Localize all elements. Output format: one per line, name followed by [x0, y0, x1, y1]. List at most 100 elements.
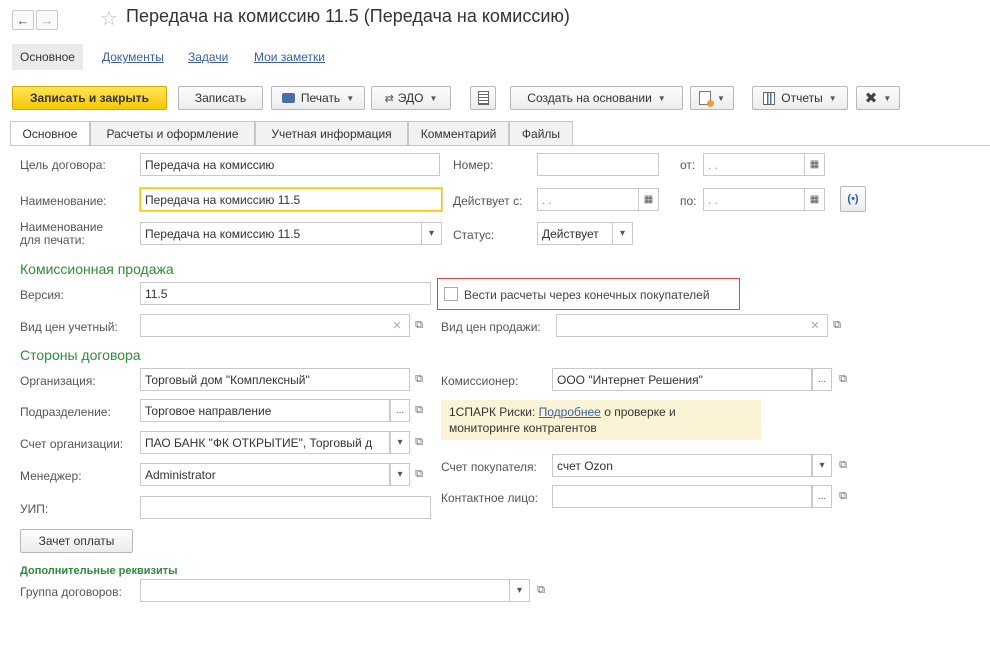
spark-details-link[interactable]: Подробнее	[539, 405, 601, 419]
organization-field[interactable]: Торговый дом "Комплексный"	[140, 368, 410, 391]
chevron-down-icon[interactable]: ▾	[812, 454, 832, 477]
open-icon[interactable]: ⧉	[834, 454, 852, 477]
contact-label: Контактное лицо:	[441, 491, 538, 505]
print-name-label-line2: для печати:	[20, 233, 85, 247]
print-name-field[interactable]: Передача на комиссию 11.5	[140, 222, 422, 245]
end-buyers-checkbox[interactable]	[444, 287, 458, 301]
chevron-down-icon[interactable]: ▾	[510, 579, 530, 602]
end-buyers-label: Вести расчеты через конечных покупателей	[464, 288, 710, 302]
status-field[interactable]: Действует	[537, 222, 613, 245]
chevron-down-icon[interactable]: ▾	[390, 431, 410, 454]
spark-line2: мониторинге контрагентов	[449, 421, 597, 435]
name-label: Наименование:	[20, 194, 107, 208]
calendar-icon[interactable]: ▦	[639, 188, 659, 211]
edo-button[interactable]: ⇄ ЭДО ▼	[371, 86, 451, 110]
chevron-down-icon: ▼	[657, 93, 666, 103]
tools-button[interactable]: ✖ ▼	[856, 86, 900, 110]
version-field[interactable]: 11.5	[140, 282, 431, 305]
name-field[interactable]: Передача на комиссию 11.5	[140, 188, 442, 211]
open-icon[interactable]: ⧉	[410, 399, 428, 422]
create-based-button[interactable]: Создать на основании ▼	[510, 86, 683, 110]
open-icon[interactable]: ⧉	[410, 314, 428, 337]
valid-from-field[interactable]: . .	[537, 188, 639, 211]
open-icon[interactable]: ⧉	[828, 314, 846, 337]
tab-comment[interactable]: Комментарий	[408, 121, 509, 145]
section-tab-notes[interactable]: Мои заметки	[246, 44, 333, 70]
edo-icon: ⇄	[384, 92, 394, 105]
contract-group-field[interactable]	[140, 579, 510, 602]
open-icon[interactable]: ⧉	[410, 368, 428, 391]
print-name-label: Наименование для печати:	[20, 221, 103, 247]
ellipsis-icon[interactable]: ...	[812, 368, 832, 391]
sale-price-label: Вид цен продажи:	[441, 320, 541, 334]
section-tab-tasks[interactable]: Задачи	[180, 44, 236, 70]
open-icon[interactable]: ⧉	[834, 485, 852, 508]
sale-price-field[interactable]	[556, 314, 828, 337]
division-field[interactable]: Торговое направление	[140, 399, 390, 422]
tab-main[interactable]: Основное	[10, 121, 90, 146]
back-button[interactable]: ←	[12, 10, 34, 30]
list-button[interactable]	[470, 86, 496, 110]
star-icon[interactable]: ☆	[100, 6, 118, 31]
chevron-down-icon: ▼	[828, 93, 837, 103]
organization-label: Организация:	[20, 374, 96, 388]
open-icon[interactable]: ⧉	[410, 431, 428, 454]
open-icon[interactable]: ⧉	[410, 463, 428, 486]
chevron-down-icon[interactable]: ▾	[422, 222, 442, 245]
section-tab-documents[interactable]: Документы	[94, 44, 172, 70]
clear-icon[interactable]: ✕	[388, 314, 406, 337]
purpose-field[interactable]: Передача на комиссию	[140, 153, 440, 176]
tab-accounting-info[interactable]: Учетная информация	[255, 121, 408, 145]
from-date-field[interactable]: . .	[703, 153, 805, 176]
tab-files[interactable]: Файлы	[509, 121, 573, 145]
purpose-label: Цель договора:	[20, 158, 106, 172]
uip-field[interactable]	[140, 496, 431, 519]
print-button[interactable]: Печать ▼	[271, 86, 365, 110]
reports-label: Отчеты	[781, 91, 823, 105]
attachments-button[interactable]: ▼	[690, 86, 734, 110]
section-tab-main[interactable]: Основное	[12, 44, 83, 70]
section-title-commission: Комиссионная продажа	[20, 261, 174, 277]
number-field[interactable]	[537, 153, 659, 176]
clear-icon[interactable]: ✕	[806, 314, 824, 337]
buyer-account-label: Счет покупателя:	[441, 460, 537, 474]
calendar-icon[interactable]: ▦	[805, 153, 825, 176]
offset-payment-button[interactable]: Зачет оплаты	[20, 529, 133, 553]
tab-divider	[10, 145, 990, 146]
buyer-account-field[interactable]: счет Ozon	[552, 454, 812, 477]
status-label: Статус:	[453, 228, 495, 242]
edo-label: ЭДО	[397, 91, 424, 105]
printer-icon	[281, 93, 295, 103]
valid-from-label: Действует с:	[453, 194, 523, 208]
org-account-field[interactable]: ПАО БАНК "ФК ОТКРЫТИЕ", Торговый д	[140, 431, 390, 454]
arrow-left-icon: ←	[16, 12, 30, 28]
contact-field[interactable]	[552, 485, 812, 508]
calendar-icon[interactable]: ▦	[805, 188, 825, 211]
arrow-right-icon: →	[40, 12, 54, 28]
reports-button[interactable]: Отчеты ▼	[752, 86, 848, 110]
save-and-close-button[interactable]: Записать и закрыть	[12, 86, 167, 110]
price-type-field[interactable]	[140, 314, 410, 337]
chevron-down-icon[interactable]: ▾	[390, 463, 410, 486]
chevron-down-icon[interactable]: ▾	[613, 222, 633, 245]
offset-payment-label: Зачет оплаты	[38, 534, 115, 548]
save-and-close-label: Записать и закрыть	[30, 91, 149, 105]
ellipsis-icon[interactable]: ...	[390, 399, 410, 422]
ellipsis-icon[interactable]: ...	[812, 485, 832, 508]
to-date-field[interactable]: . .	[703, 188, 805, 211]
from-date-label: от:	[680, 158, 696, 172]
manager-field[interactable]: Administrator	[140, 463, 390, 486]
open-icon[interactable]: ⧉	[532, 579, 550, 602]
manager-label: Менеджер:	[20, 469, 82, 483]
tab-settlements[interactable]: Расчеты и оформление	[90, 121, 255, 145]
forward-button[interactable]: →	[36, 10, 58, 30]
version-label: Версия:	[20, 288, 64, 302]
save-button[interactable]: Записать	[178, 86, 263, 110]
commissioner-field[interactable]: ООО "Интернет Решения"	[552, 368, 812, 391]
commissioner-label: Комиссионер:	[441, 374, 519, 388]
contract-group-label: Группа договоров:	[20, 585, 122, 599]
open-icon[interactable]: ⧉	[834, 368, 852, 391]
chevron-down-icon: ▼	[346, 93, 355, 103]
signal-icon[interactable]: (•)	[840, 186, 866, 212]
print-label: Печать	[300, 91, 341, 105]
